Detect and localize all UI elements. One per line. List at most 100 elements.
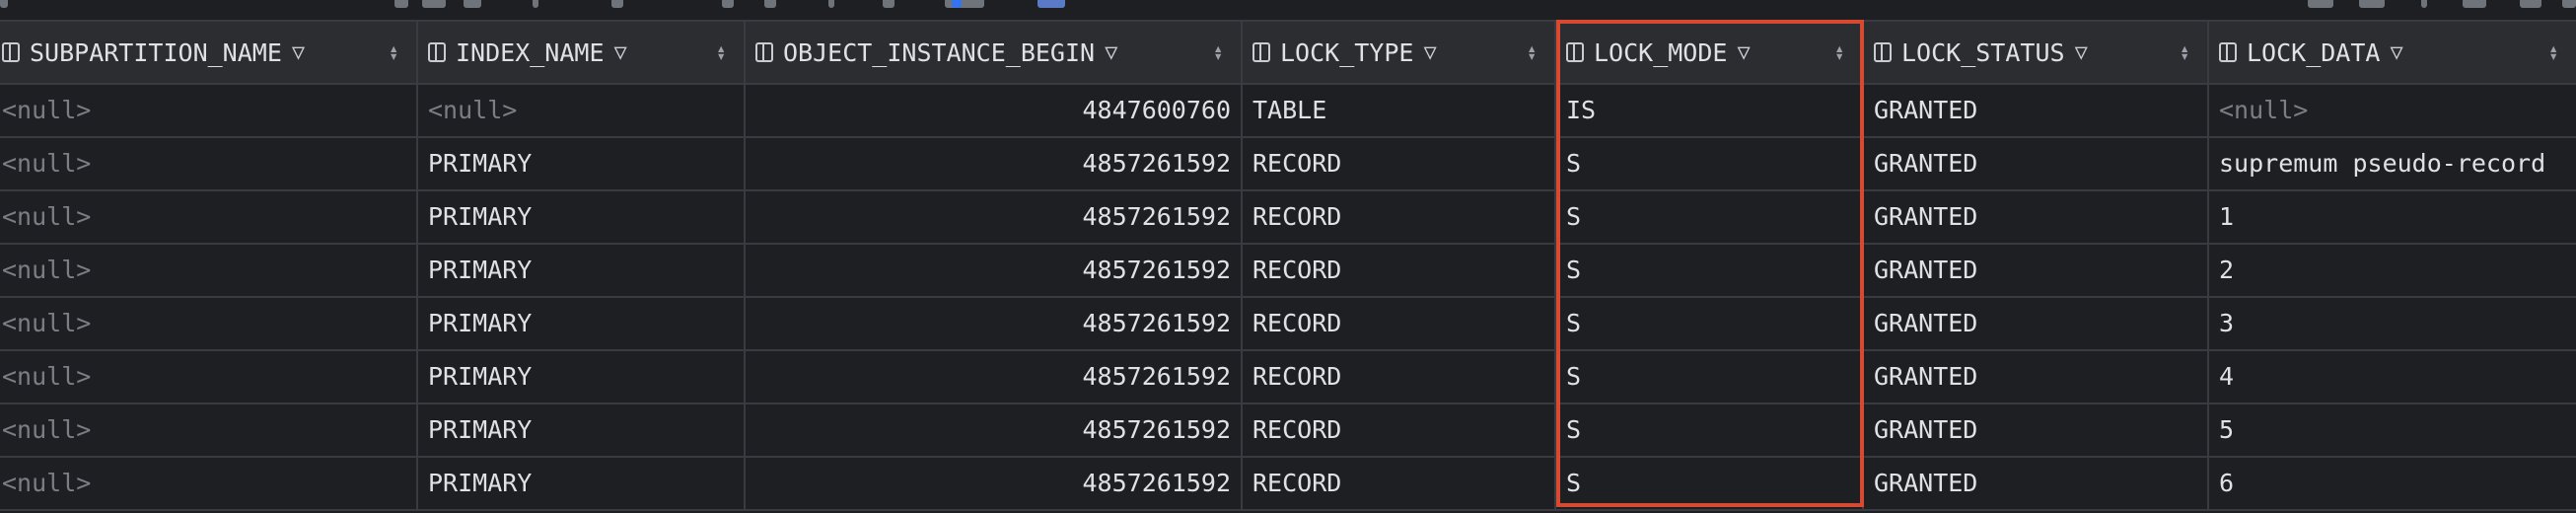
cell-lock-type[interactable]: RECORD — [1243, 403, 1556, 456]
table-row[interactable]: <null> PRIMARY 4857261592 RECORD S GRANTED 3 — [0, 296, 2576, 351]
cell-index-name[interactable]: <null> — [418, 83, 746, 136]
column-header-lock-type[interactable]: LOCK_TYPE ▽ ▴ ▾ — [1243, 22, 1556, 83]
stop-icon[interactable] — [464, 0, 481, 8]
cell-lock-mode[interactable]: S — [1556, 136, 1864, 189]
filter-icon[interactable]: ▽ — [1105, 40, 1117, 65]
cell-index-name[interactable]: PRIMARY — [418, 296, 746, 349]
export-icon[interactable] — [2308, 0, 2333, 8]
sort-icon[interactable]: ▴ ▾ — [1527, 40, 1537, 64]
filter-icon[interactable]: ▽ — [2075, 40, 2088, 65]
cell-subpartition-name[interactable]: <null> — [0, 456, 418, 509]
filter-icon[interactable]: ▽ — [1737, 40, 1750, 65]
compare-icon[interactable] — [2359, 0, 2385, 8]
cell-object-instance-begin[interactable]: 4857261592 — [746, 136, 1243, 189]
cell-index-name[interactable]: PRIMARY — [418, 136, 746, 189]
column-header-index-name[interactable]: INDEX_NAME ▽ ▴ ▾ — [418, 22, 746, 83]
filter-icon[interactable]: ▽ — [292, 40, 305, 65]
cell-index-name[interactable]: PRIMARY — [418, 243, 746, 296]
cell-lock-data[interactable]: 1 — [2209, 189, 2576, 243]
column-header-lock-status[interactable]: LOCK_STATUS ▽ ▴ ▾ — [1864, 22, 2209, 83]
delete-row-icon[interactable] — [722, 0, 734, 8]
cell-lock-type[interactable]: TABLE — [1243, 83, 1556, 136]
filter-icon[interactable]: ▽ — [1423, 40, 1436, 65]
cell-object-instance-begin[interactable]: 4857261592 — [746, 456, 1243, 509]
cell-lock-mode[interactable]: S — [1556, 456, 1864, 509]
cell-lock-status[interactable]: GRANTED — [1864, 456, 2209, 509]
toolbar-icon[interactable] — [0, 0, 8, 8]
table-row[interactable]: <null> PRIMARY 4857261592 RECORD S GRANTED 2 — [0, 243, 2576, 298]
cell-lock-data[interactable]: 6 — [2209, 456, 2576, 509]
cell-lock-mode[interactable]: S — [1556, 243, 1864, 296]
column-header-subpartition-name[interactable]: SUBPARTITION_NAME ▽ ▴ ▾ — [0, 22, 418, 83]
sort-icon[interactable]: ▴ ▾ — [716, 40, 726, 64]
history-icon[interactable] — [422, 0, 446, 8]
table-row[interactable]: <null> PRIMARY 4857261592 RECORD S GRANTED 6 — [0, 456, 2576, 511]
cell-index-name[interactable]: PRIMARY — [418, 456, 746, 509]
table-row[interactable]: <null> PRIMARY 4857261592 RECORD S GRANTED 4 — [0, 349, 2576, 404]
cell-lock-data[interactable]: supremum pseudo-record — [2209, 136, 2576, 189]
cell-object-instance-begin[interactable]: 4857261592 — [746, 189, 1243, 243]
cell-lock-type[interactable]: RECORD — [1243, 189, 1556, 243]
settings-icon[interactable] — [2463, 0, 2486, 8]
add-row-icon[interactable] — [611, 0, 623, 8]
cell-index-name[interactable]: PRIMARY — [418, 189, 746, 243]
sort-icon[interactable]: ▴ ▾ — [1834, 40, 1844, 64]
sort-icon[interactable]: ▴ ▾ — [389, 40, 398, 64]
filter-icon[interactable]: ▽ — [614, 40, 627, 65]
cell-object-instance-begin[interactable]: 4847600760 — [746, 83, 1243, 136]
cell-lock-data[interactable]: 3 — [2209, 296, 2576, 349]
cell-lock-status[interactable]: GRANTED — [1864, 189, 2209, 243]
cell-subpartition-name[interactable]: <null> — [0, 243, 418, 296]
table-row[interactable]: <null> PRIMARY 4857261592 RECORD S GRANTED 1 — [0, 189, 2576, 245]
table-row[interactable]: <null> PRIMARY 4857261592 RECORD S GRANTED sup… — [0, 136, 2576, 191]
tx-mode-icon[interactable] — [945, 0, 984, 8]
cell-object-instance-begin[interactable]: 4857261592 — [746, 243, 1243, 296]
cell-lock-mode[interactable]: S — [1556, 189, 1864, 243]
cell-lock-status[interactable]: GRANTED — [1864, 136, 2209, 189]
cell-lock-status[interactable]: GRANTED — [1864, 243, 2209, 296]
cell-lock-type[interactable]: RECORD — [1243, 456, 1556, 509]
column-header-lock-data[interactable]: LOCK_DATA ▽ ▴ ▾ — [2209, 22, 2576, 83]
cell-lock-status[interactable]: GRANTED — [1864, 296, 2209, 349]
refresh-icon[interactable] — [394, 0, 408, 8]
sort-icon[interactable]: ▴ ▾ — [2180, 40, 2189, 64]
submit-icon[interactable] — [883, 0, 894, 8]
column-header-object-instance-begin[interactable]: OBJECT_INSTANCE_BEGIN ▽ ▴ ▾ — [746, 22, 1243, 83]
cell-subpartition-name[interactable]: <null> — [0, 349, 418, 403]
cell-object-instance-begin[interactable]: 4857261592 — [746, 296, 1243, 349]
cell-subpartition-name[interactable]: <null> — [0, 403, 418, 456]
cell-lock-type[interactable]: RECORD — [1243, 243, 1556, 296]
cell-lock-status[interactable]: GRANTED — [1864, 403, 2209, 456]
cell-object-instance-begin[interactable]: 4857261592 — [746, 349, 1243, 403]
cell-lock-mode[interactable]: S — [1556, 349, 1864, 403]
cell-lock-status[interactable]: GRANTED — [1864, 349, 2209, 403]
column-header-lock-mode[interactable]: LOCK_MODE ▽ ▴ ▾ — [1556, 22, 1864, 83]
filter-icon[interactable]: ▽ — [2390, 40, 2402, 65]
table-row[interactable]: <null> PRIMARY 4857261592 RECORD S GRANTED 5 — [0, 403, 2576, 458]
cell-object-instance-begin[interactable]: 4857261592 — [746, 403, 1243, 456]
cell-lock-mode[interactable]: S — [1556, 403, 1864, 456]
cell-subpartition-name[interactable]: <null> — [0, 189, 418, 243]
cell-lock-data[interactable]: 4 — [2209, 349, 2576, 403]
cell-index-name[interactable]: PRIMARY — [418, 349, 746, 403]
cell-lock-mode[interactable]: IS — [1556, 83, 1864, 136]
sort-icon[interactable]: ▴ ▾ — [1213, 40, 1223, 64]
cell-lock-type[interactable]: RECORD — [1243, 296, 1556, 349]
output-icon[interactable] — [1038, 0, 1065, 8]
view-mode-icon[interactable] — [952, 0, 962, 8]
revert-icon[interactable] — [764, 0, 776, 8]
cell-subpartition-name[interactable]: <null> — [0, 136, 418, 189]
sort-icon[interactable]: ▴ ▾ — [2548, 40, 2558, 64]
cell-lock-mode[interactable]: S — [1556, 296, 1864, 349]
cell-lock-type[interactable]: RECORD — [1243, 349, 1556, 403]
table-row[interactable]: <null> <null> 4847600760 TABLE IS GRANTED <nul… — [0, 83, 2576, 138]
more-icon[interactable] — [2520, 0, 2541, 8]
cell-lock-data[interactable]: 2 — [2209, 243, 2576, 296]
cell-subpartition-name[interactable]: <null> — [0, 296, 418, 349]
cell-lock-data[interactable]: <null> — [2209, 83, 2576, 136]
cell-lock-data[interactable]: 5 — [2209, 403, 2576, 456]
cell-lock-type[interactable]: RECORD — [1243, 136, 1556, 189]
cell-lock-status[interactable]: GRANTED — [1864, 83, 2209, 136]
cell-index-name[interactable]: PRIMARY — [418, 403, 746, 456]
cell-subpartition-name[interactable]: <null> — [0, 83, 418, 136]
